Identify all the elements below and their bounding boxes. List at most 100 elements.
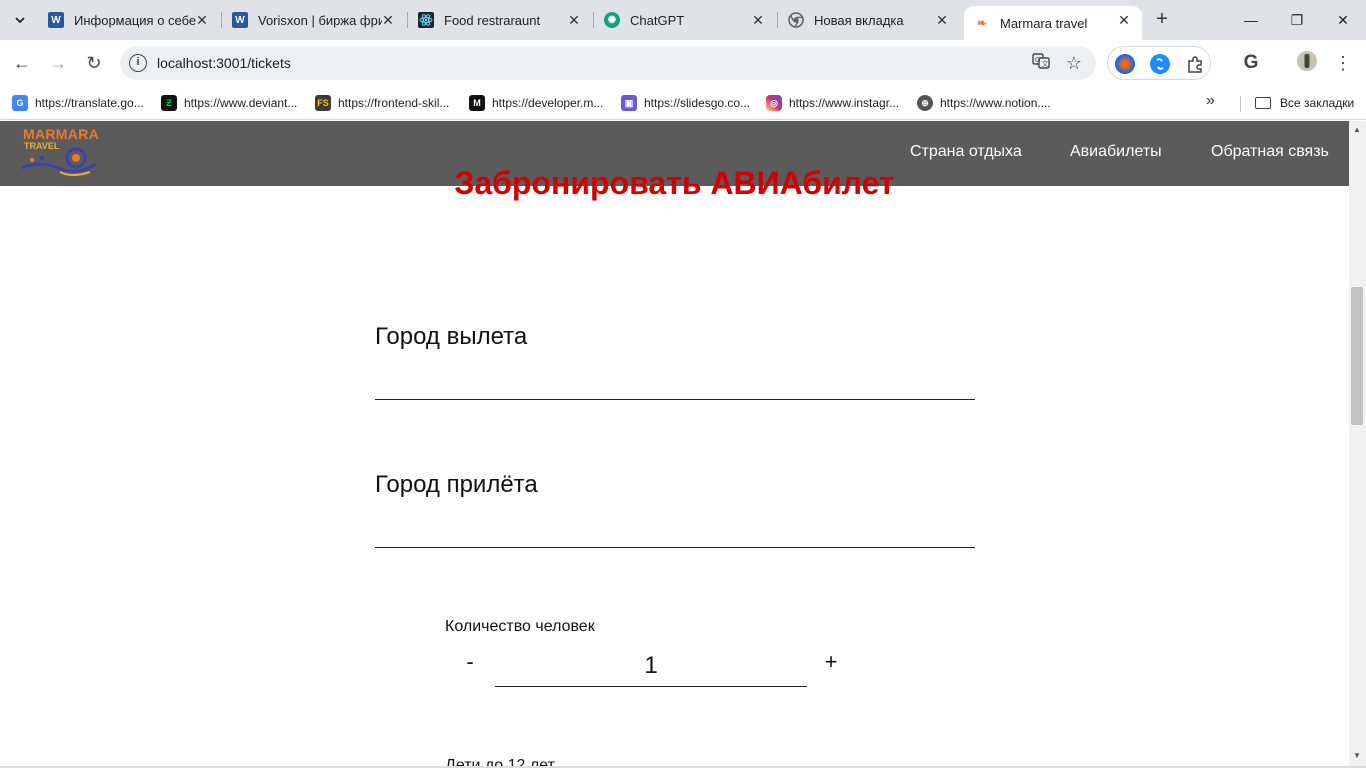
shazam-icon[interactable] [1150, 54, 1170, 74]
tab-search-button[interactable] [6, 6, 34, 34]
children-label: Дети до 12 лет [445, 757, 555, 766]
deviantart-icon: Ƶ [161, 95, 177, 111]
folder-icon [1255, 97, 1271, 109]
bookmark-item[interactable]: G https://translate.go... [12, 92, 144, 114]
tab-1[interactable]: W Информация о себе ✕ [38, 6, 220, 34]
back-button[interactable]: ← [7, 48, 37, 78]
puzzle-icon[interactable] [1185, 54, 1205, 74]
address-bar[interactable]: i localhost:3001/tickets G文 ☆ [120, 46, 1096, 80]
page-scrollbar[interactable]: ▲ ▼ [1349, 121, 1366, 766]
all-bookmarks-button[interactable]: Все закладки [1255, 92, 1354, 114]
chrome-icon [788, 12, 804, 28]
bookmark-label: https://developer.m... [492, 96, 604, 110]
bookmark-label: https://frontend-skil... [338, 96, 450, 110]
bookmark-label: https://www.instagr... [789, 96, 900, 110]
kebab-menu-icon[interactable]: ⋮ [1330, 50, 1356, 76]
extensions-group [1107, 46, 1211, 80]
tab-title: Food restraraunt [444, 12, 541, 28]
close-icon[interactable]: ✕ [1116, 12, 1132, 28]
departure-city-input[interactable] [375, 364, 975, 400]
bookmark-label: https://slidesgo.co... [644, 96, 751, 110]
tab-title: Marmara travel [1000, 15, 1088, 31]
scroll-down-arrow-icon[interactable]: ▼ [1353, 751, 1361, 760]
bookmark-item[interactable]: M https://developer.m... [469, 92, 603, 114]
instagram-icon: ◎ [766, 95, 782, 111]
arrival-city-input[interactable] [375, 512, 975, 548]
decrement-button[interactable]: - [455, 647, 485, 677]
close-icon[interactable]: ✕ [934, 12, 950, 28]
minimize-button[interactable]: — [1228, 8, 1274, 32]
tab-5[interactable]: Новая вкладка ✕ [778, 6, 960, 34]
minimize-icon: — [1244, 12, 1258, 28]
close-icon[interactable]: ✕ [750, 12, 766, 28]
arrow-right-icon: → [49, 53, 67, 73]
bookmark-item[interactable]: Ƶ https://www.deviant... [161, 92, 297, 114]
bookmarks-separator [1240, 96, 1241, 112]
nav-link-feedback[interactable]: Обратная связь [1211, 143, 1329, 161]
restore-icon: ❐ [1290, 12, 1304, 28]
url-text[interactable]: localhost:3001/tickets [157, 55, 291, 71]
google-icon[interactable]: G [1238, 50, 1264, 76]
close-icon[interactable]: ✕ [380, 12, 396, 28]
avatar[interactable] [1294, 50, 1320, 76]
restore-button[interactable]: ❐ [1274, 8, 1320, 32]
word-icon: W [232, 12, 248, 28]
chatgpt-icon: ✺ [604, 12, 620, 28]
tab-strip: W Информация о себе ✕ W Vorisxon | биржа… [0, 0, 1366, 40]
tab-4[interactable]: ✺ ChatGPT ✕ [594, 6, 776, 34]
reload-button[interactable]: ↻ [79, 48, 109, 78]
tab-3[interactable]: Food restraraunt ✕ [408, 6, 592, 34]
svg-text:G: G [1035, 57, 1040, 64]
passenger-count-input[interactable] [495, 645, 807, 687]
close-window-button[interactable]: ✕ [1320, 8, 1366, 32]
double-chevron-right-icon: » [1206, 92, 1215, 109]
bookmark-label: https://www.notion.... [940, 96, 1051, 110]
site-info-icon[interactable]: i [129, 54, 147, 72]
tab-title: ChatGPT [630, 12, 685, 28]
svg-text:文: 文 [1042, 59, 1049, 68]
scrollbar-thumb[interactable] [1351, 287, 1363, 425]
mdn-icon: M [469, 95, 485, 111]
star-icon[interactable]: ☆ [1063, 52, 1085, 74]
close-icon[interactable]: ✕ [566, 12, 582, 28]
marmara-icon: ❧ [976, 16, 988, 30]
extension-icon[interactable] [1115, 54, 1135, 74]
plus-icon: + [1156, 8, 1168, 30]
nav-link-flights[interactable]: Авиабилеты [1070, 143, 1162, 161]
scroll-up-arrow-icon[interactable]: ▲ [1353, 125, 1361, 134]
browser-toolbar: ← → ↻ i localhost:3001/tickets G文 ☆ G ⋮ [0, 40, 1366, 86]
google-translate-icon: G [12, 95, 28, 111]
bookmark-item[interactable]: FS https://frontend-skil... [315, 92, 449, 114]
frontend-skills-icon: FS [315, 95, 331, 111]
reload-icon: ↻ [86, 53, 102, 73]
tab-title: Vorisxon | биржа фриланса [258, 12, 382, 28]
bookmarks-bar: G https://translate.go... Ƶ https://www.… [0, 86, 1366, 120]
nav-link-destination[interactable]: Страна отдыха [910, 143, 1022, 161]
globe-icon: ⊕ [917, 95, 933, 111]
tab-title: Информация о себе [74, 12, 197, 28]
bookmark-label: https://www.deviant... [184, 96, 298, 110]
increment-button[interactable]: + [816, 647, 846, 677]
arrival-city-label: Город прилёта [375, 471, 538, 498]
react-icon [418, 12, 434, 28]
passenger-count-label: Количество человек [445, 618, 595, 635]
forward-button[interactable]: → [43, 48, 73, 78]
translate-icon[interactable]: G文 [1030, 52, 1052, 74]
bookmark-item[interactable]: ⊕ https://www.notion.... [917, 92, 1051, 114]
bookmark-item[interactable]: ▣ https://slidesgo.co... [621, 92, 750, 114]
bookmarks-overflow-button[interactable]: » [1206, 92, 1215, 110]
tab-2[interactable]: W Vorisxon | биржа фриланса ✕ [222, 6, 406, 34]
bookmark-label: https://translate.go... [35, 96, 144, 110]
page-viewport: MARMARA TRAVEL Страна отдыха Авиабилеты … [0, 121, 1349, 766]
new-tab-button[interactable]: + [1150, 8, 1174, 32]
tab-6-active[interactable]: ❧ Marmara travel ✕ [964, 6, 1142, 40]
departure-city-label: Город вылета [375, 323, 528, 350]
all-bookmarks-label: Все закладки [1280, 96, 1355, 110]
bookmark-item[interactable]: ◎ https://www.instagr... [766, 92, 899, 114]
chevron-down-icon [15, 17, 25, 24]
tab-title: Новая вкладка [814, 12, 904, 28]
arrow-left-icon: ← [13, 53, 31, 73]
word-icon: W [48, 12, 64, 28]
close-icon[interactable]: ✕ [194, 12, 210, 28]
slidesgo-icon: ▣ [621, 95, 637, 111]
